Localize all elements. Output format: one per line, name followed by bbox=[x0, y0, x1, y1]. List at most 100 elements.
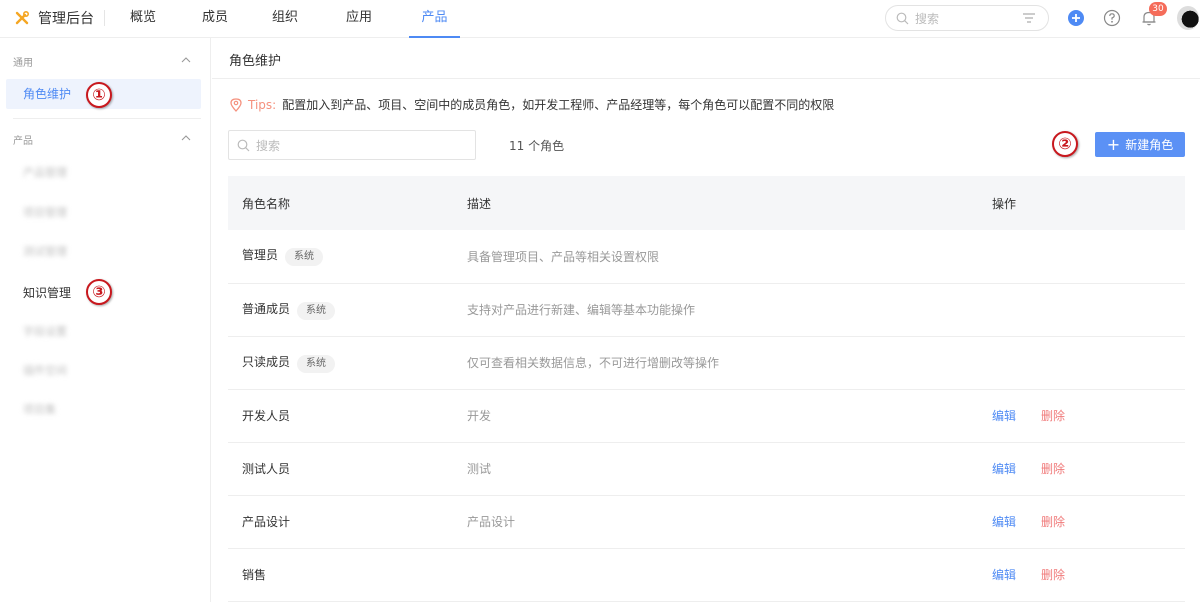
actions-cell: 编辑 删除 bbox=[992, 389, 1185, 443]
role-description: 测试 bbox=[467, 442, 992, 496]
system-tag: 系统 bbox=[285, 248, 324, 267]
chevron-up-icon bbox=[181, 57, 191, 63]
sidebar-item-plugin-space[interactable]: 插件空间 bbox=[6, 356, 201, 386]
nav-products[interactable]: 产品 bbox=[409, 0, 460, 38]
role-name-cell: 只读成员 系统 bbox=[228, 336, 467, 390]
sidebar-group-general[interactable]: 通用 bbox=[0, 51, 210, 71]
main-content: 角色维护 Tips: 配置加入到产品、项目、空间中的成员角色，如开发工程师、产品… bbox=[212, 38, 1200, 602]
nav-organization[interactable]: 组织 bbox=[252, 0, 318, 38]
role-name-cell: 开发人员 bbox=[228, 389, 467, 443]
edit-link[interactable]: 编辑 bbox=[992, 568, 1016, 582]
role-search-input[interactable]: 搜索 bbox=[228, 130, 476, 160]
table-row: 只读成员 系统 仅可查看相关数据信息，不可进行增删改等操作 bbox=[228, 336, 1185, 390]
help-icon[interactable] bbox=[1103, 9, 1121, 27]
role-description: 产品设计 bbox=[467, 495, 992, 549]
role-name: 开发人员 bbox=[242, 409, 291, 423]
search-icon bbox=[237, 139, 250, 151]
role-description: 开发 bbox=[467, 389, 992, 443]
delete-link[interactable]: 删除 bbox=[1041, 462, 1065, 476]
annotation-marker-1: ① bbox=[86, 82, 112, 108]
annotation-marker-2: ② bbox=[1052, 131, 1078, 157]
role-name: 普通成员 bbox=[242, 301, 291, 316]
table-row: 普通成员 系统 支持对产品进行新建、编辑等基本功能操作 bbox=[228, 283, 1185, 337]
role-name: 管理员 bbox=[242, 248, 279, 263]
actions-cell: 编辑 删除 bbox=[992, 495, 1185, 549]
edit-link[interactable]: 编辑 bbox=[992, 409, 1016, 423]
divider bbox=[13, 118, 201, 119]
filter-icon[interactable] bbox=[1022, 11, 1036, 25]
group-title: 通用 bbox=[13, 58, 33, 69]
tips-banner: Tips: 配置加入到产品、项目、空间中的成员角色，如开发工程师、产品经理等，每… bbox=[230, 96, 834, 113]
role-description: 具备管理项目、产品等相关设置权限 bbox=[467, 230, 992, 284]
chevron-up-icon bbox=[181, 135, 191, 141]
table-row: 管理员 系统 具备管理项目、产品等相关设置权限 bbox=[228, 230, 1185, 284]
roles-table: 角色名称 描述 操作 管理员 系统 具备管理项目、产品等相关设置权限 普通成员 系统 支持… bbox=[228, 176, 1185, 602]
role-name-cell: 测试人员 bbox=[228, 442, 467, 496]
app-title: 管理后台 bbox=[38, 11, 94, 27]
role-name: 销售 bbox=[242, 568, 267, 582]
tips-text: 配置加入到产品、项目、空间中的成员角色，如开发工程师、产品经理等，每个角色可以配… bbox=[282, 98, 835, 112]
plus-icon: + bbox=[1106, 134, 1121, 154]
role-name-cell: 销售 bbox=[228, 548, 467, 602]
sidebar-item-test-management[interactable]: 测试管理 bbox=[6, 237, 201, 267]
avatar[interactable] bbox=[1177, 6, 1199, 30]
role-name: 测试人员 bbox=[242, 462, 291, 476]
search-icon bbox=[896, 12, 909, 24]
table-row: 开发人员 开发 编辑 删除 bbox=[228, 389, 1185, 443]
delete-link[interactable]: 删除 bbox=[1041, 409, 1065, 423]
delete-link[interactable]: 删除 bbox=[1041, 515, 1065, 529]
new-role-label: 新建角色 bbox=[1125, 138, 1174, 152]
page-title: 角色维护 bbox=[229, 54, 282, 69]
edit-link[interactable]: 编辑 bbox=[992, 462, 1016, 476]
search-placeholder: 搜索 bbox=[256, 138, 281, 153]
search-placeholder: 搜索 bbox=[915, 11, 940, 26]
sidebar-item-project-set[interactable]: 项目集 bbox=[6, 395, 201, 425]
sidebar: 通用 角色维护 ① 产品 产品管理 项目管理 测试管理 知识管理 ③ 字段设置 … bbox=[0, 38, 211, 602]
brand[interactable]: 管理后台 bbox=[14, 0, 94, 36]
table-row: 产品设计 产品设计 编辑 删除 bbox=[228, 495, 1185, 549]
actions-cell bbox=[992, 230, 1185, 284]
table-row: 销售 编辑 删除 bbox=[228, 548, 1185, 602]
actions-cell: 编辑 删除 bbox=[992, 442, 1185, 496]
nav-apps[interactable]: 应用 bbox=[318, 0, 400, 38]
annotation-marker-3: ③ bbox=[86, 279, 112, 305]
system-tag: 系统 bbox=[297, 354, 336, 373]
actions-cell: 编辑 删除 bbox=[992, 548, 1185, 602]
nav-members[interactable]: 成员 bbox=[178, 0, 252, 38]
global-search-input[interactable]: 搜索 bbox=[885, 5, 1049, 31]
group-title: 产品 bbox=[13, 136, 33, 147]
tools-icon bbox=[15, 10, 30, 25]
divider bbox=[104, 10, 105, 26]
tips-label: Tips: bbox=[248, 97, 277, 112]
col-actions: 操作 bbox=[992, 176, 1185, 230]
col-role-name: 角色名称 bbox=[228, 176, 467, 230]
notification-badge: 30 bbox=[1149, 2, 1167, 16]
col-description: 描述 bbox=[467, 176, 992, 230]
add-circle-icon[interactable] bbox=[1067, 9, 1085, 27]
delete-link[interactable]: 删除 bbox=[1041, 568, 1065, 582]
actions-cell bbox=[992, 336, 1185, 390]
sidebar-item-project-management[interactable]: 项目管理 bbox=[6, 198, 201, 228]
role-description: 支持对产品进行新建、编辑等基本功能操作 bbox=[467, 283, 992, 337]
top-bar: 管理后台 概览 成员 组织 应用 产品 搜索 30 bbox=[0, 0, 1200, 38]
new-role-button[interactable]: + 新建角色 bbox=[1095, 132, 1185, 157]
role-description bbox=[467, 548, 992, 602]
role-count: 11 个角色 bbox=[509, 139, 565, 153]
sidebar-group-product[interactable]: 产品 bbox=[0, 129, 210, 149]
table-row: 测试人员 测试 编辑 删除 bbox=[228, 442, 1185, 496]
nav-overview[interactable]: 概览 bbox=[108, 0, 178, 38]
system-tag: 系统 bbox=[297, 301, 336, 320]
table-header: 角色名称 描述 操作 bbox=[228, 176, 1185, 230]
top-nav: 概览 成员 组织 应用 产品 bbox=[108, 0, 470, 38]
role-name: 只读成员 bbox=[242, 354, 291, 369]
role-description: 仅可查看相关数据信息，不可进行增删改等操作 bbox=[467, 336, 992, 390]
role-name-cell: 管理员 系统 bbox=[228, 230, 467, 284]
divider bbox=[212, 78, 1200, 79]
actions-cell bbox=[992, 283, 1185, 337]
edit-link[interactable]: 编辑 bbox=[992, 515, 1016, 529]
location-pin-icon bbox=[230, 97, 242, 112]
sidebar-item-field-settings[interactable]: 字段设置 bbox=[6, 317, 201, 347]
role-name-cell: 产品设计 bbox=[228, 495, 467, 549]
sidebar-item-product-management[interactable]: 产品管理 bbox=[6, 158, 201, 188]
role-name: 产品设计 bbox=[242, 515, 291, 529]
